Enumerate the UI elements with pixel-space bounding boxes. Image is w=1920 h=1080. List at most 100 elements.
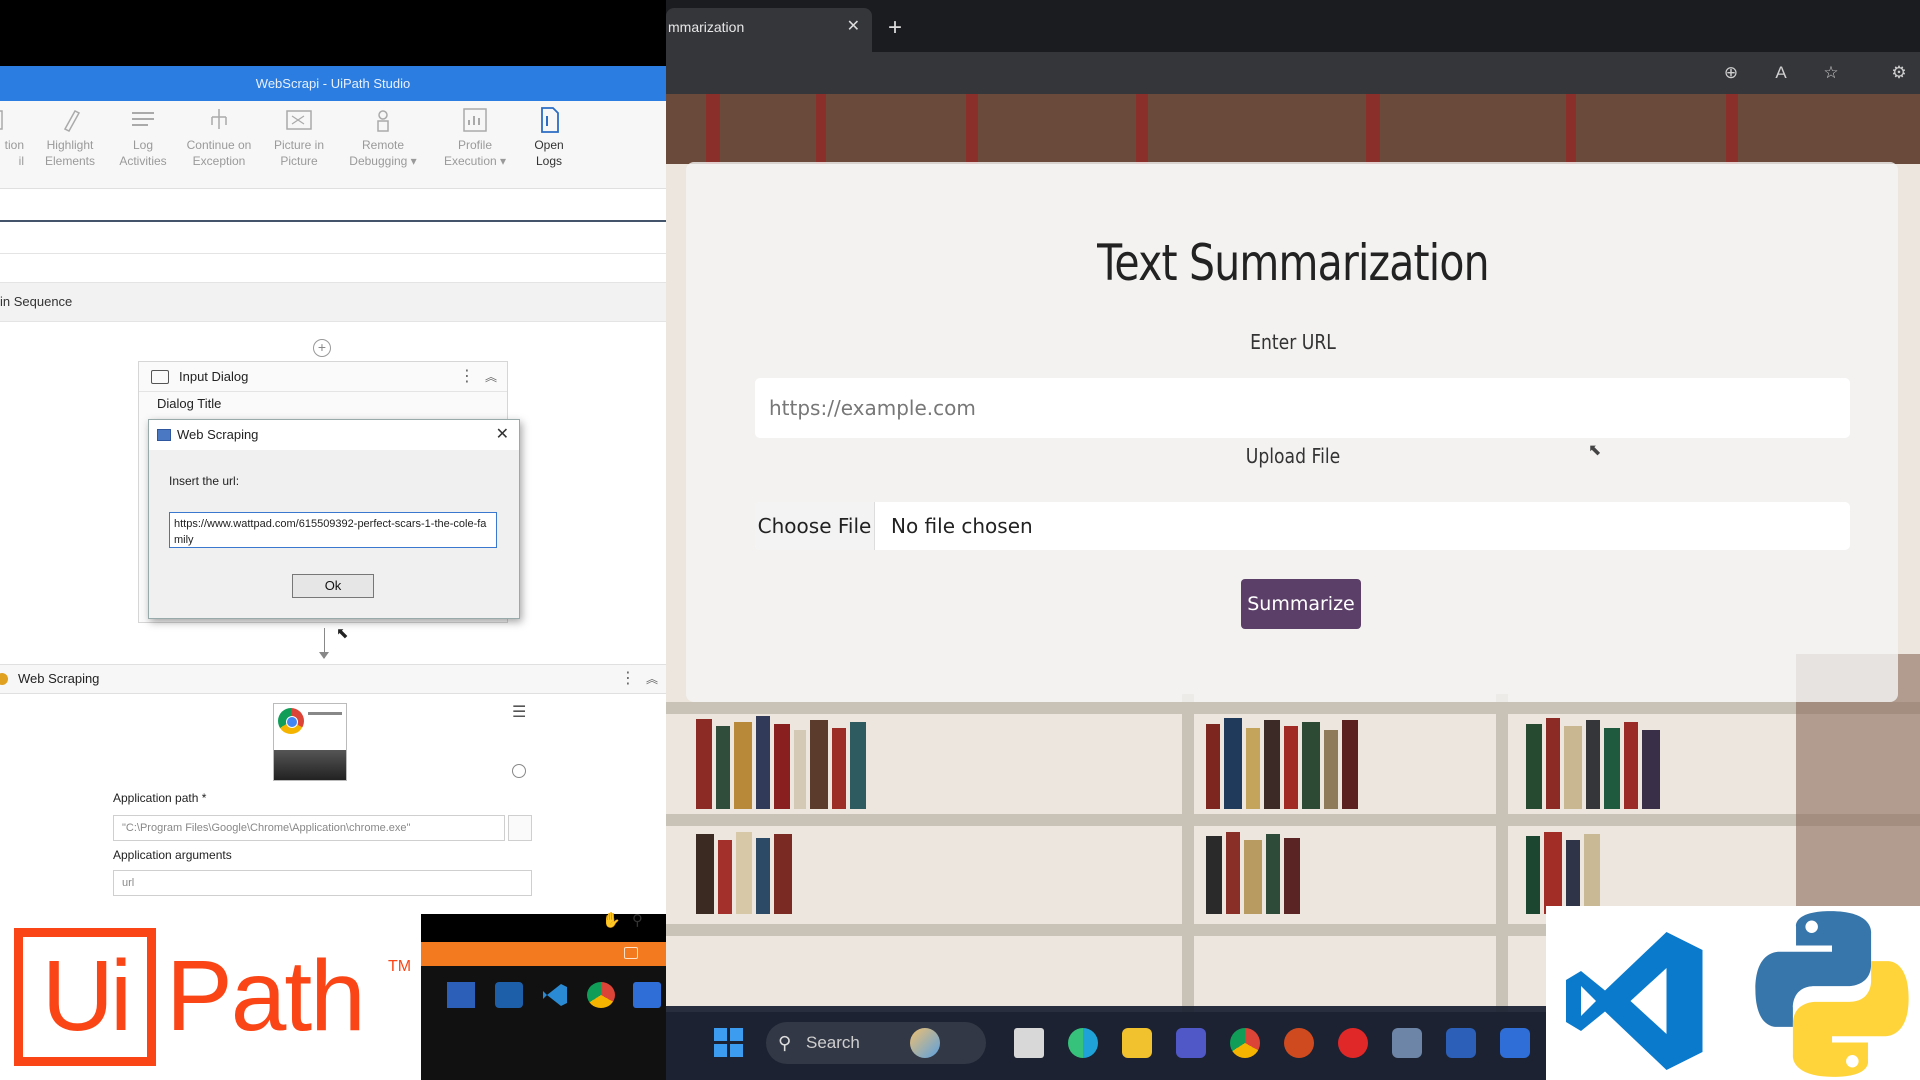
collapse-icon[interactable]: ︽: [646, 665, 658, 693]
hamburger-menu-icon[interactable]: ☰: [512, 702, 526, 722]
active-app-icon[interactable]: [633, 982, 661, 1008]
powerpoint-app-icon[interactable]: [1284, 1028, 1314, 1058]
windows-taskbar: ⚲ Search: [666, 1006, 1546, 1080]
web-scraping-activity-header[interactable]: Web Scraping ⋮ ︽: [0, 664, 666, 694]
more-options-icon[interactable]: ⋮: [620, 665, 636, 693]
profile-execution-button[interactable]: Profile Execution ▾: [434, 107, 516, 169]
connector-arrow: [319, 652, 329, 659]
uipath-logo: Ui Path TM: [0, 906, 421, 1080]
studio-status-bar: [421, 942, 666, 966]
highlight-elements-button[interactable]: Highlight Elements: [38, 107, 102, 169]
ribbon-item-label: Remote Debugging ▾: [349, 138, 417, 168]
ribbon-item-label: Profile Execution ▾: [443, 138, 507, 168]
edge-app-icon[interactable]: [1068, 1028, 1098, 1058]
word-app-icon[interactable]: [1446, 1028, 1476, 1058]
remote-debugging-button[interactable]: Remote Debugging ▾: [340, 107, 426, 169]
url-input[interactable]: https://example.com: [755, 378, 1850, 438]
windows-taskbar-left: [421, 966, 666, 1080]
hand-tool-icon[interactable]: ✋: [602, 911, 621, 929]
widgets-icon[interactable]: [910, 1028, 940, 1058]
log-activities-button[interactable]: Log Activities: [110, 107, 176, 169]
browser-window: mmarization ✕ + ⊕ A ☆ ⚙ Text Summarizati…: [666, 0, 1920, 1012]
mouse-cursor-icon: ⬉: [336, 625, 349, 642]
uipath-logo-trademark: TM: [388, 958, 412, 975]
uipath-studio-window: WebScrapi - UiPath Studio tion il Highli…: [0, 0, 666, 1080]
choose-file-button[interactable]: Choose File: [755, 502, 875, 550]
application-path-field[interactable]: "C:\Program Files\Google\Chrome\Applicat…: [113, 815, 505, 841]
windows-start-icon[interactable]: [714, 1028, 744, 1058]
continue-on-exception-button[interactable]: Continue on Exception: [178, 107, 260, 169]
ribbon-item-partial[interactable]: tion il: [0, 107, 24, 169]
chrome-app-icon[interactable]: [587, 982, 615, 1008]
application-arguments-label: Application arguments: [113, 848, 232, 862]
search-icon: ⚲: [778, 1033, 792, 1053]
close-icon[interactable]: ✕: [496, 420, 509, 450]
media-player-icon[interactable]: [1338, 1028, 1368, 1058]
zoom-icon[interactable]: ⚲: [632, 911, 643, 929]
input-dialog-header: Input Dialog ⋮ ︽: [139, 362, 507, 392]
uipath-logo-path: Path: [166, 940, 366, 1052]
new-tab-icon[interactable]: +: [888, 10, 902, 46]
web-scraping-input-dialog: Web Scraping ✕ Insert the url: https://w…: [148, 419, 520, 619]
chart-icon: [460, 107, 490, 133]
file-input[interactable]: Choose File No file chosen: [755, 502, 1850, 550]
taskbar-search-label: Search: [806, 1033, 860, 1052]
dialog-title-label: Dialog Title: [157, 396, 222, 411]
enter-url-label: Enter URL: [1250, 330, 1336, 354]
python-logo: [1755, 911, 1909, 1077]
file-explorer-icon[interactable]: [1122, 1028, 1152, 1058]
ribbon-item-label: Log Activities: [119, 138, 167, 168]
vscode-logo: [1566, 932, 1703, 1070]
summarize-button[interactable]: Summarize: [1241, 579, 1361, 629]
more-options-icon[interactable]: ⋮: [459, 362, 475, 392]
browser-screenshot-thumbnail: [273, 703, 347, 781]
branch-icon: [204, 107, 234, 133]
zoom-icon[interactable]: ⊕: [1720, 62, 1742, 84]
application-arguments-field[interactable]: url: [113, 870, 532, 896]
dialog-icon: [151, 370, 169, 384]
favorite-star-icon[interactable]: ☆: [1820, 62, 1842, 84]
ok-button[interactable]: Ok: [292, 574, 374, 598]
task-view-icon[interactable]: [1014, 1028, 1044, 1058]
tab-title: mmarization: [668, 19, 745, 35]
active-app-icon[interactable]: [1500, 1028, 1530, 1058]
tab-text-summarization[interactable]: mmarization ✕: [666, 8, 872, 52]
studio-app-icon[interactable]: [495, 982, 523, 1008]
taskbar-search[interactable]: ⚲ Search: [766, 1022, 986, 1064]
browse-button[interactable]: [508, 815, 532, 841]
extensions-icon[interactable]: ⚙: [1888, 62, 1910, 84]
logos-panel: [1546, 906, 1920, 1080]
main-sequence-header: in Sequence: [0, 282, 666, 322]
app-window-icon: [157, 429, 171, 441]
browser-toolbar: ⊕ A ☆ ⚙: [666, 52, 1920, 94]
thumb-footer: [274, 750, 346, 780]
target-icon[interactable]: [512, 764, 526, 778]
word-app-icon[interactable]: [447, 982, 475, 1008]
designer-tabs-bar: [0, 189, 666, 222]
status-icon[interactable]: [624, 947, 638, 959]
debug-ribbon: tion il Highlight Elements Log Activitie…: [0, 101, 666, 189]
url-input[interactable]: https://www.wattpad.com/615509392-perfec…: [169, 512, 497, 548]
teams-app-icon[interactable]: [1176, 1028, 1206, 1058]
ribbon-item-label: Continue on Exception: [186, 138, 252, 168]
open-logs-button[interactable]: Open Logs: [524, 107, 574, 169]
list-icon: [128, 107, 158, 133]
pgadmin-app-icon[interactable]: [1392, 1028, 1422, 1058]
tab-strip: mmarization ✕ +: [666, 0, 1920, 52]
collapse-icon[interactable]: ︽: [485, 362, 497, 392]
close-tab-icon[interactable]: ✕: [847, 8, 860, 46]
ribbon-item-label: Open Logs: [534, 138, 564, 168]
uipath-logo-ui: Ui: [41, 940, 132, 1052]
read-aloud-icon[interactable]: A: [1770, 62, 1792, 84]
mouse-cursor-icon: ⬉: [1588, 442, 1602, 459]
add-activity-icon[interactable]: +: [313, 339, 331, 357]
chrome-icon: [278, 708, 304, 734]
vscode-app-icon[interactable]: [541, 982, 569, 1008]
thumb-line: [308, 712, 342, 715]
pip-icon: [284, 107, 314, 133]
logs-file-icon: [534, 107, 564, 133]
no-file-chosen-text: No file chosen: [891, 514, 1033, 538]
picture-in-picture-button[interactable]: Picture in Picture: [266, 107, 332, 169]
chrome-app-icon[interactable]: [1230, 1028, 1260, 1058]
page-viewport: Text Summarization Enter URL https://exa…: [666, 94, 1920, 1012]
